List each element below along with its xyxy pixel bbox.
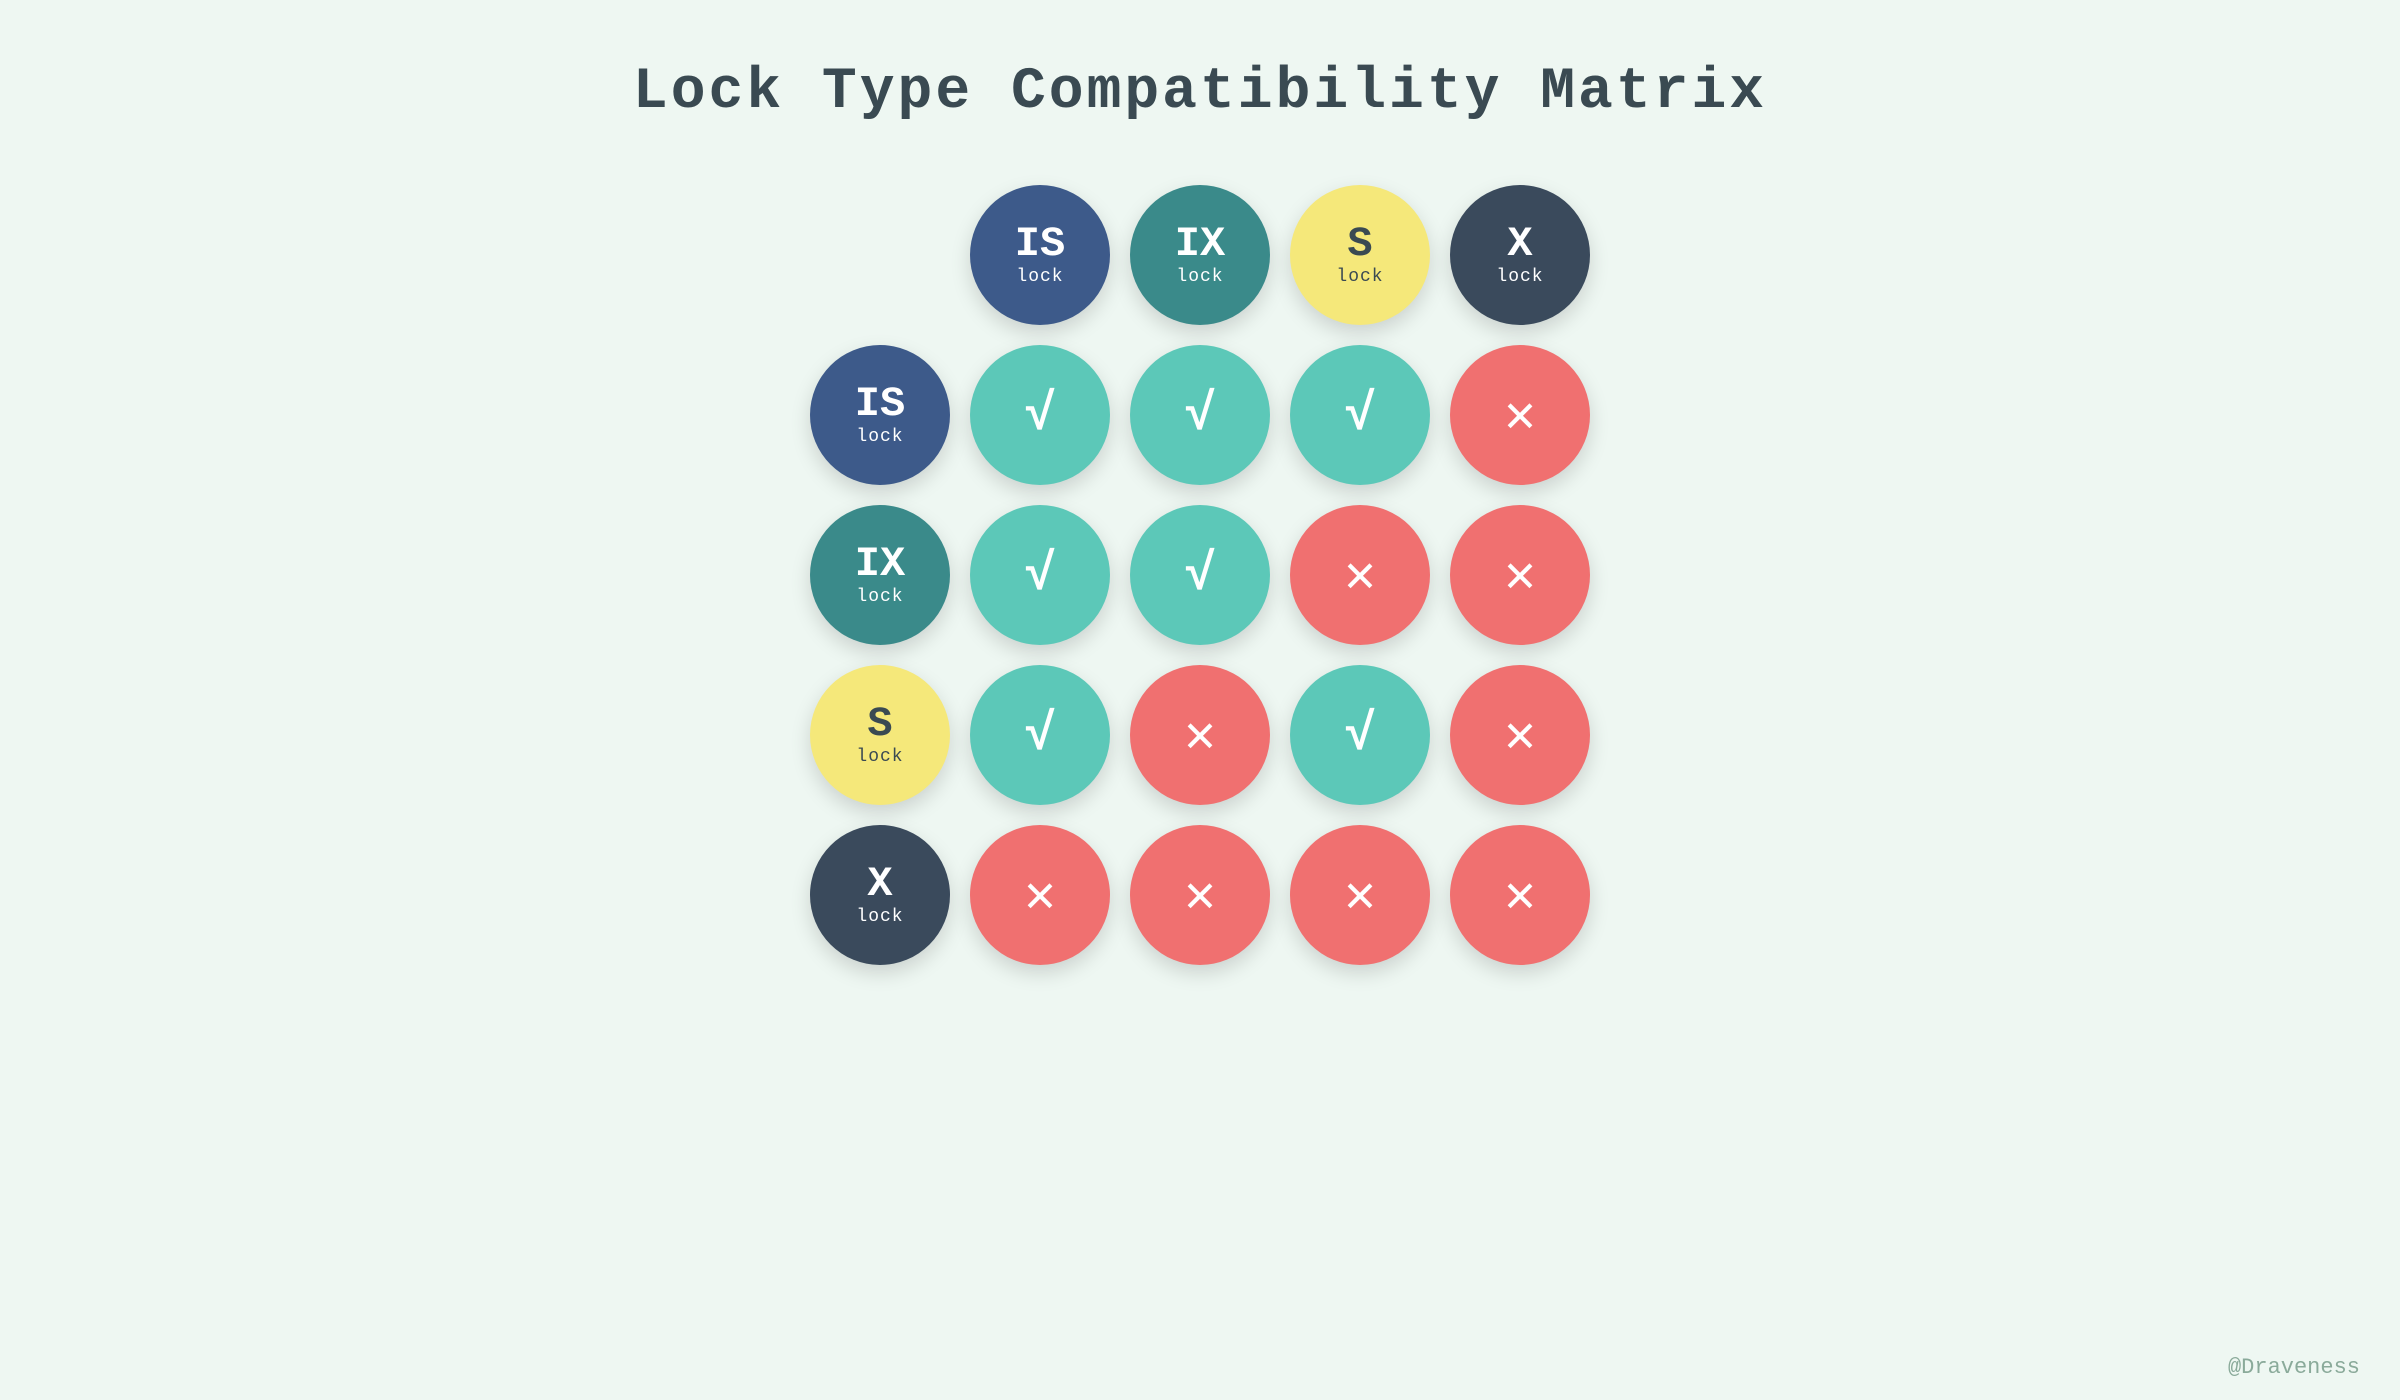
row-is: ISlock √ √ √ ✕ — [810, 345, 1590, 485]
lock-sub: lock — [856, 427, 903, 447]
lock-sub: lock — [1496, 267, 1543, 287]
cross-icon: ✕ — [1344, 544, 1375, 607]
lock-sub: lock — [856, 907, 903, 927]
result-x-s: ✕ — [1290, 825, 1430, 965]
header-col-ix: IXlock — [1130, 185, 1270, 325]
cross-icon: ✕ — [1184, 864, 1215, 927]
lock-sub: lock — [856, 747, 903, 767]
lock-abbr: X — [1507, 223, 1532, 265]
cross-icon: ✕ — [1184, 704, 1215, 767]
result-s-is: √ — [970, 665, 1110, 805]
cross-icon: ✕ — [1024, 864, 1055, 927]
result-is-is: √ — [970, 345, 1110, 485]
row-label-ix: IXlock — [810, 505, 950, 645]
check-icon: √ — [1344, 706, 1375, 765]
header-col-is: ISlock — [970, 185, 1110, 325]
row-label-x: Xlock — [810, 825, 950, 965]
row-x: Xlock ✕ ✕ ✕ ✕ — [810, 825, 1590, 965]
matrix-container: ISlockIXlockSlockXlockISlock√√√✕IXlock√√… — [810, 185, 1590, 965]
page-title: Lock Type Compatibility Matrix — [633, 60, 1767, 125]
row-label-is: ISlock — [810, 345, 950, 485]
result-x-ix: ✕ — [1130, 825, 1270, 965]
header-col-s: Slock — [1290, 185, 1430, 325]
check-icon: √ — [1024, 706, 1055, 765]
header-row: ISlockIXlockSlockXlock — [810, 185, 1590, 325]
result-ix-is: √ — [970, 505, 1110, 645]
check-icon: √ — [1024, 386, 1055, 445]
result-s-s: √ — [1290, 665, 1430, 805]
result-ix-x: ✕ — [1450, 505, 1590, 645]
result-is-ix: √ — [1130, 345, 1270, 485]
row-s: Slock √ ✕ √ ✕ — [810, 665, 1590, 805]
lock-abbr: IX — [855, 543, 905, 585]
cross-icon: ✕ — [1504, 864, 1535, 927]
lock-sub: lock — [856, 587, 903, 607]
result-is-x: ✕ — [1450, 345, 1590, 485]
cross-icon: ✕ — [1504, 384, 1535, 447]
result-s-x: ✕ — [1450, 665, 1590, 805]
result-x-is: ✕ — [970, 825, 1110, 965]
check-icon: √ — [1184, 546, 1215, 605]
check-icon: √ — [1024, 546, 1055, 605]
row-ix: IXlock √ √ ✕ ✕ — [810, 505, 1590, 645]
lock-sub: lock — [1016, 267, 1063, 287]
result-ix-s: ✕ — [1290, 505, 1430, 645]
header-col-x: Xlock — [1450, 185, 1590, 325]
result-x-x: ✕ — [1450, 825, 1590, 965]
check-icon: √ — [1184, 386, 1215, 445]
cross-icon: ✕ — [1504, 544, 1535, 607]
cross-icon: ✕ — [1344, 864, 1375, 927]
lock-abbr: IS — [855, 383, 905, 425]
result-s-ix: ✕ — [1130, 665, 1270, 805]
row-label-s: Slock — [810, 665, 950, 805]
lock-abbr: X — [867, 863, 892, 905]
result-ix-ix: √ — [1130, 505, 1270, 645]
lock-abbr: IX — [1175, 223, 1225, 265]
result-is-s: √ — [1290, 345, 1430, 485]
watermark: @Draveness — [2228, 1355, 2360, 1380]
header-spacer — [810, 185, 950, 325]
lock-abbr: S — [867, 703, 892, 745]
lock-sub: lock — [1176, 267, 1223, 287]
lock-abbr: IS — [1015, 223, 1065, 265]
lock-abbr: S — [1347, 223, 1372, 265]
cross-icon: ✕ — [1504, 704, 1535, 767]
lock-sub: lock — [1336, 267, 1383, 287]
check-icon: √ — [1344, 386, 1375, 445]
